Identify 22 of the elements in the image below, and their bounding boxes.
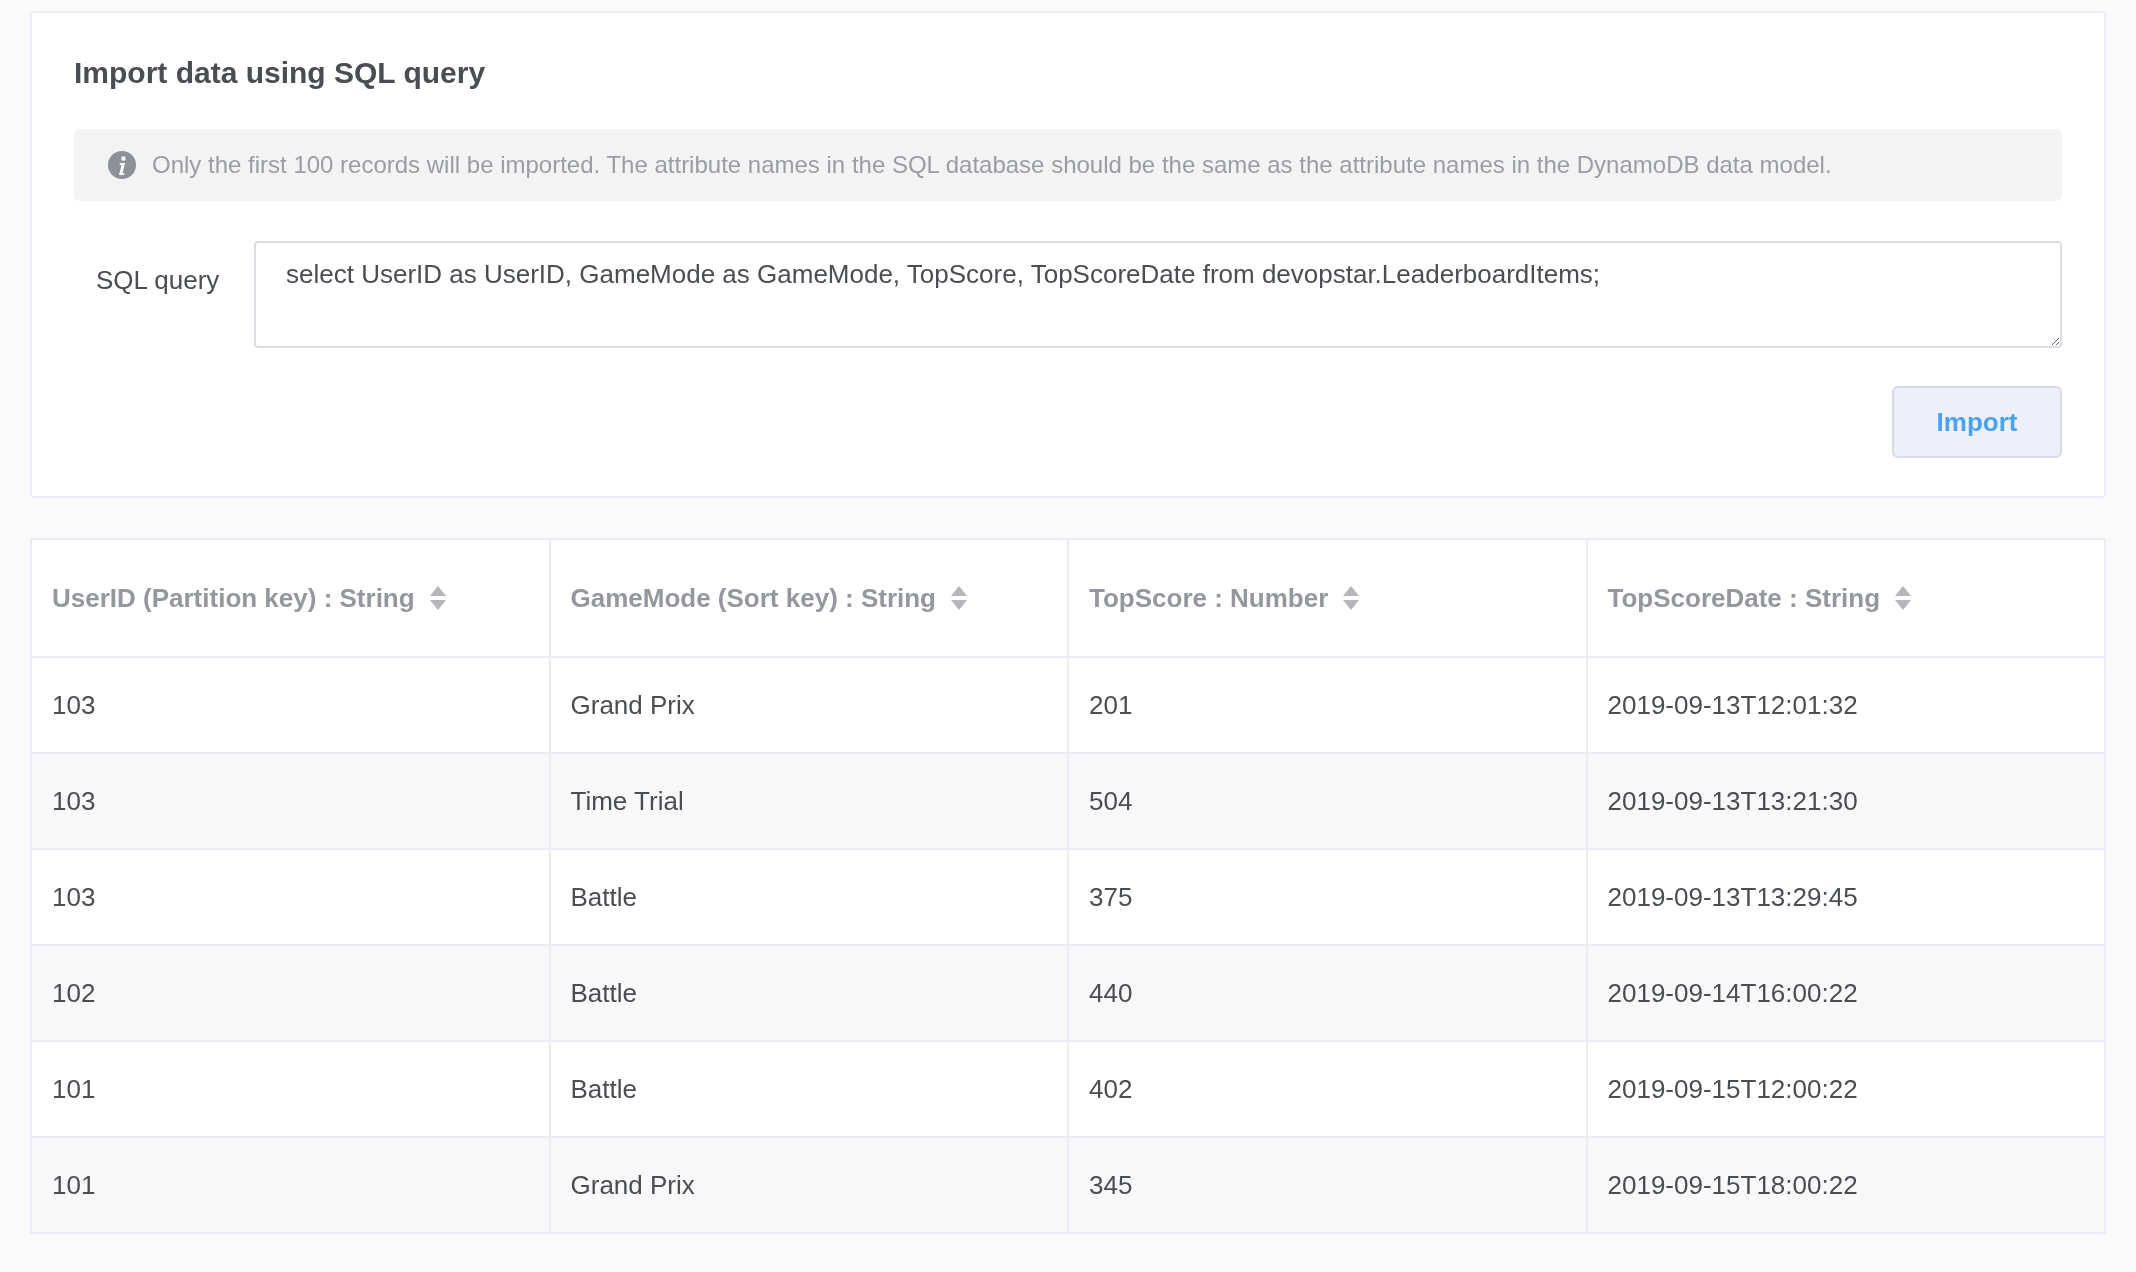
query-field[interactable]: select UserID as UserID, GameMode as GameMode, TopScore, TopScoreDate from devopstar.LeaderboardItems; [254, 241, 2062, 348]
sort-icon[interactable] [950, 585, 968, 611]
query-label: SQL query [95, 264, 221, 297]
column-header[interactable]: TopScoreDate : String [1586, 539, 2105, 657]
table-cell: Grand Prix [549, 1137, 1068, 1233]
column-title: UserID (Partition key) : String [52, 581, 415, 615]
notice-text: Only the first 100 records will be imported. The attribute names in the SQL database should be the same as the attribute names in the DynamoDB data model. [152, 150, 1832, 180]
table-cell: 2019-09-15T18:00:22 [1586, 1137, 2105, 1233]
table-cell: 345 [1068, 1137, 1587, 1233]
column-header[interactable]: TopScore : Number [1068, 539, 1587, 657]
info-icon [108, 151, 136, 179]
sort-icon[interactable] [1342, 585, 1361, 611]
column-header[interactable]: GameMode (Sort key) : String [549, 539, 1068, 657]
import-button[interactable]: Import [1892, 386, 2062, 458]
panel-title: Import data using SQL query [74, 55, 487, 91]
table-cell: 101 [31, 1137, 550, 1233]
column-title: TopScoreDate : String [1607, 581, 1881, 615]
sort-icon[interactable] [1894, 585, 1913, 611]
column-title: GameMode (Sort key) : String [570, 581, 936, 615]
column-title: TopScore : Number [1089, 581, 1329, 615]
sort-icon[interactable] [428, 585, 447, 611]
column-header[interactable]: UserID (Partition key) : String [31, 539, 550, 657]
